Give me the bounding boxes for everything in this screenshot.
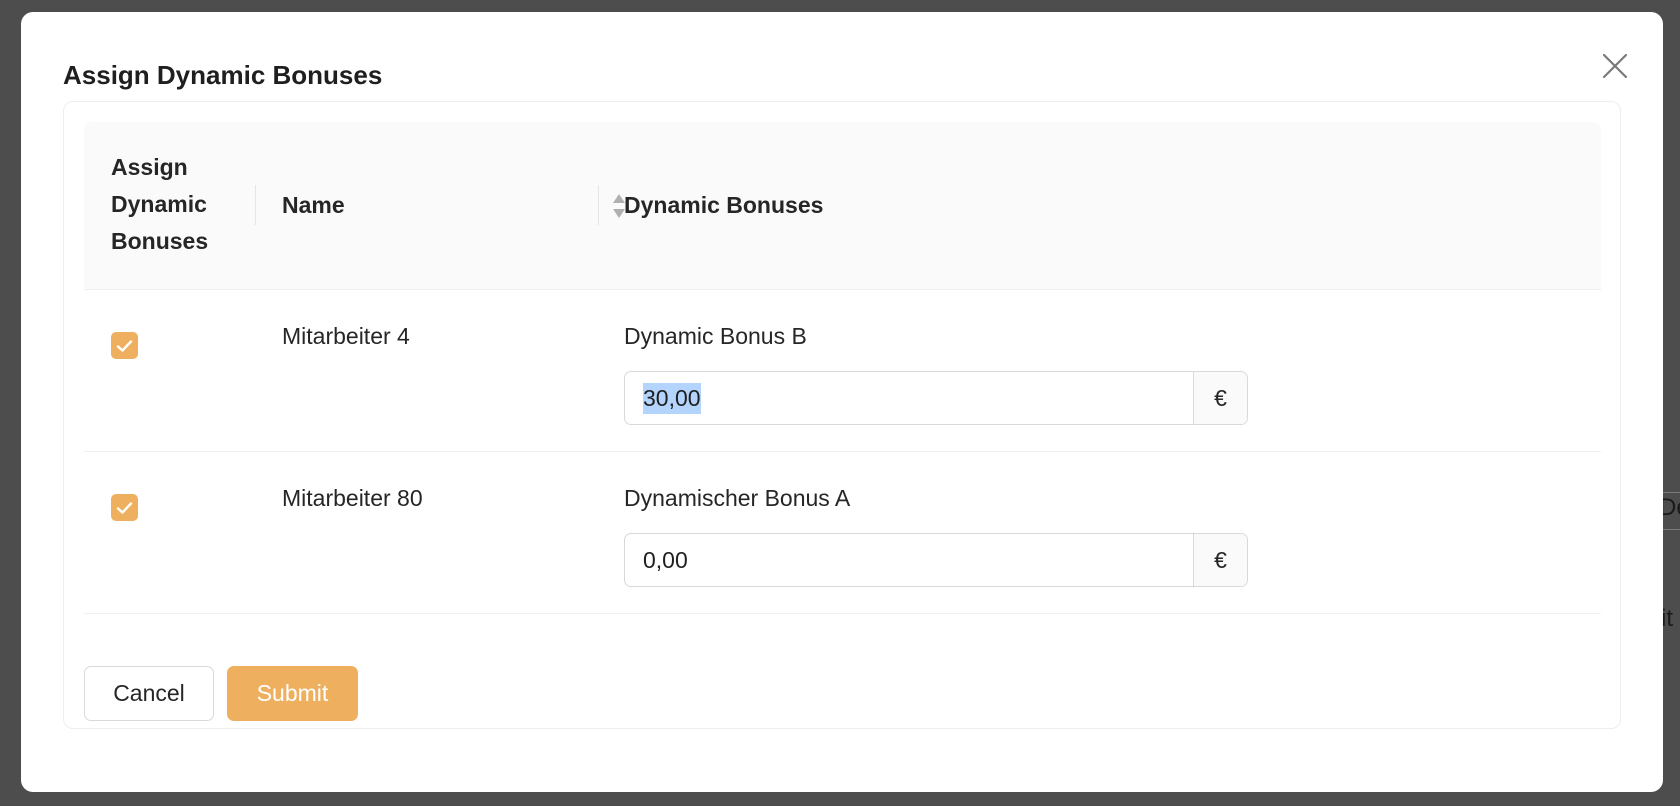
bonus-amount-input-group: 0,00 € <box>624 533 1248 587</box>
currency-addon: € <box>1193 372 1247 424</box>
employee-name: Mitarbeiter 80 <box>282 485 423 511</box>
assign-checkbox[interactable] <box>111 332 138 359</box>
bonus-amount-input[interactable]: 30,00 <box>625 372 1193 424</box>
check-icon <box>116 501 133 514</box>
check-icon <box>116 339 133 352</box>
column-header-bonuses: Dynamic Bonuses <box>624 192 824 218</box>
modal-title: Assign Dynamic Bonuses <box>63 60 383 90</box>
column-divider <box>598 185 599 225</box>
bonus-amount-value: 30,00 <box>643 382 701 414</box>
column-divider <box>255 185 256 225</box>
table-row: Mitarbeiter 4 Dynamic Bonus B 30,00 € <box>84 290 1601 452</box>
close-icon <box>1602 53 1628 79</box>
assign-checkbox[interactable] <box>111 494 138 521</box>
currency-addon: € <box>1193 534 1247 586</box>
bonus-amount-value: 0,00 <box>643 546 688 573</box>
bonus-amount-input-group: 30,00 € <box>624 371 1248 425</box>
table-header: Assign Dynamic Bonuses Name Dynamic Bonu… <box>84 122 1601 290</box>
submit-button[interactable]: Submit <box>227 666 358 721</box>
bonus-amount-input[interactable]: 0,00 <box>625 534 1193 586</box>
close-button[interactable] <box>1595 46 1635 86</box>
column-header-assign: Assign Dynamic Bonuses <box>111 154 209 254</box>
employee-name: Mitarbeiter 4 <box>282 323 410 349</box>
cancel-button[interactable]: Cancel <box>84 666 214 721</box>
assign-bonuses-modal: Assign Dynamic Bonuses Assign Dynamic Bo… <box>21 12 1663 792</box>
table-row: Mitarbeiter 80 Dynamischer Bonus A 0,00 … <box>84 452 1601 614</box>
bonus-label: Dynamischer Bonus A <box>624 485 851 511</box>
bonus-table-card: Assign Dynamic Bonuses Name Dynamic Bonu… <box>63 101 1621 729</box>
bonus-label: Dynamic Bonus B <box>624 323 807 349</box>
column-header-name[interactable]: Name <box>282 187 345 224</box>
